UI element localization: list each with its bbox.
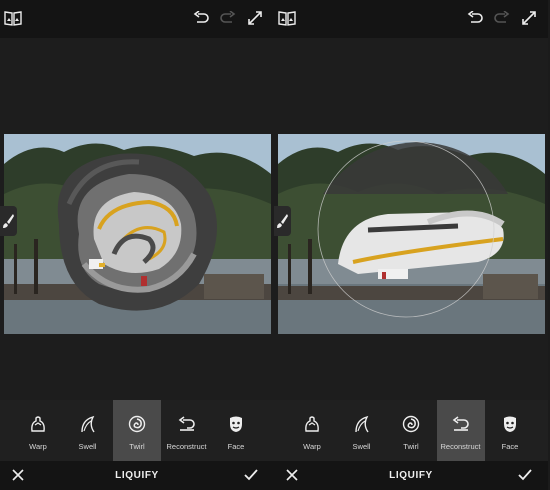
top-bar xyxy=(0,0,274,38)
bottom-bar: LIQUIFY xyxy=(0,461,274,490)
tool-warp[interactable]: Warp xyxy=(288,400,336,461)
check-icon[interactable] xyxy=(244,469,258,481)
tool-label: Twirl xyxy=(403,442,419,451)
liquify-screen-reconstruct: Warp Swell Twirl Reconstruct Face LIQUIF… xyxy=(274,0,548,490)
liquify-screen-twirl: Warp Swell Twirl Reconstruct Face LIQUIF… xyxy=(0,0,274,490)
tool-face[interactable]: Face xyxy=(486,400,534,461)
tool-label: Face xyxy=(227,442,245,451)
comparison-screens: Warp Swell Twirl Reconstruct Face LIQUIF… xyxy=(0,0,550,490)
brush-settings-tab[interactable] xyxy=(274,206,291,236)
tool-twirl[interactable]: Twirl xyxy=(387,400,435,461)
undo-icon[interactable] xyxy=(193,11,209,25)
tool-label: Warp xyxy=(303,442,321,451)
tool-label: Reconstruct xyxy=(166,442,207,451)
screen-title: LIQUIFY xyxy=(389,470,433,481)
undo-icon[interactable] xyxy=(467,11,483,25)
warp-icon xyxy=(30,414,46,434)
screen-title: LIQUIFY xyxy=(115,470,159,481)
twirl-icon xyxy=(128,414,146,434)
swell-icon xyxy=(80,414,96,434)
tool-twirl[interactable]: Twirl xyxy=(113,400,161,461)
reconstruct-icon xyxy=(178,414,196,434)
redo-icon[interactable] xyxy=(494,11,510,25)
warp-icon xyxy=(304,414,320,434)
editing-canvas[interactable] xyxy=(274,38,548,400)
tool-bar: Warp Swell Twirl Reconstruct Face xyxy=(274,400,548,461)
tool-label: Swell xyxy=(78,442,97,451)
reconstruct-icon xyxy=(452,414,470,434)
tool-bar: Warp Swell Twirl Reconstruct Face xyxy=(0,400,274,461)
tool-label: Face xyxy=(501,442,519,451)
expand-icon[interactable] xyxy=(521,10,537,26)
check-icon[interactable] xyxy=(518,469,532,481)
bottom-bar: LIQUIFY xyxy=(274,461,548,490)
tool-reconstruct[interactable]: Reconstruct xyxy=(163,400,211,461)
tool-swell[interactable]: Swell xyxy=(338,400,386,461)
tool-reconstruct[interactable]: Reconstruct xyxy=(436,400,485,461)
tool-label: Reconstruct xyxy=(440,442,481,451)
top-bar xyxy=(274,0,548,38)
book-icon[interactable] xyxy=(278,10,296,26)
tool-face[interactable]: Face xyxy=(212,400,260,461)
tool-warp[interactable]: Warp xyxy=(14,400,62,461)
brush-settings-tab[interactable] xyxy=(0,206,17,236)
twirl-icon xyxy=(402,414,420,434)
tool-label: Twirl xyxy=(129,442,145,451)
tool-label: Swell xyxy=(352,442,371,451)
face-icon xyxy=(502,414,518,434)
book-icon[interactable] xyxy=(4,10,22,26)
face-icon xyxy=(228,414,244,434)
photo-reconstructed[interactable] xyxy=(278,134,545,334)
editing-canvas[interactable] xyxy=(0,38,274,400)
swell-icon xyxy=(354,414,370,434)
expand-icon[interactable] xyxy=(247,10,263,26)
photo-twirled[interactable] xyxy=(4,134,271,334)
redo-icon[interactable] xyxy=(220,11,236,25)
tool-swell[interactable]: Swell xyxy=(64,400,112,461)
tool-label: Warp xyxy=(29,442,47,451)
